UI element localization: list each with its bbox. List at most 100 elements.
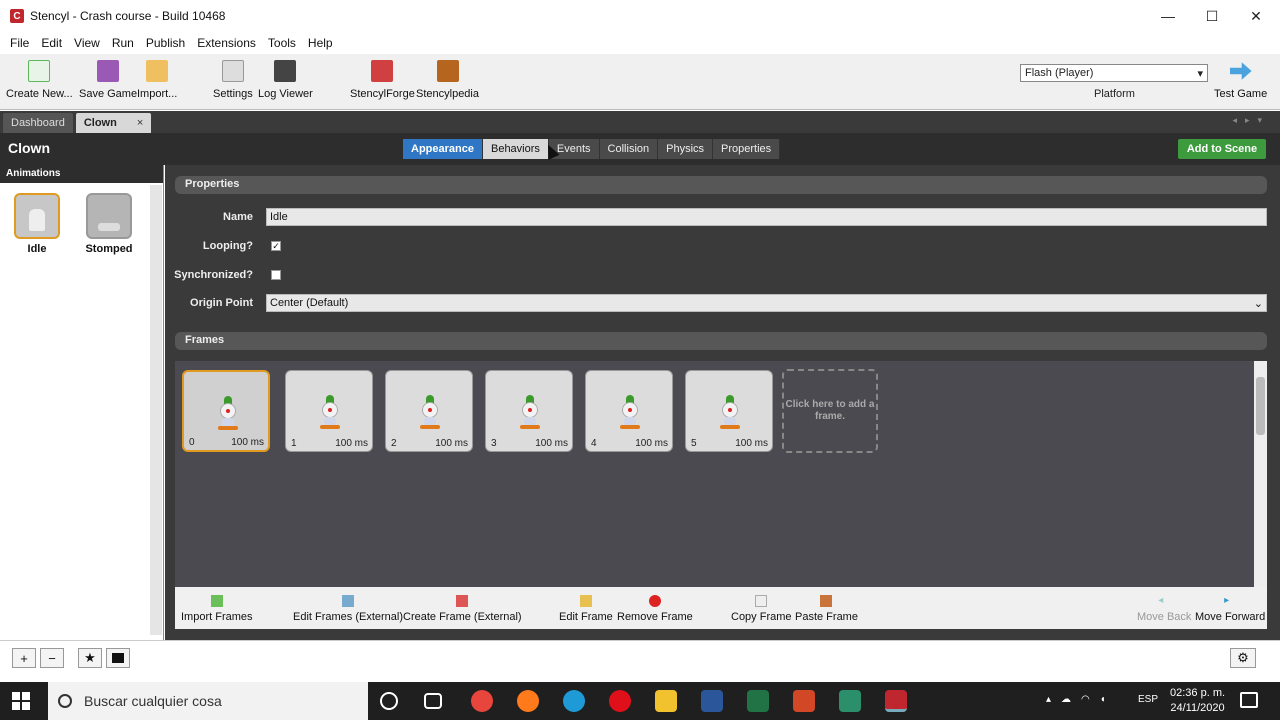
actor-name: Clown (8, 140, 50, 156)
brush-icon (342, 595, 355, 607)
gear-icon[interactable]: ⚙ (1230, 648, 1256, 668)
settings-button[interactable]: Settings (213, 60, 253, 100)
tab-dashboard[interactable]: Dashboard (3, 113, 73, 133)
frame-tile[interactable]: 0 100 ms (182, 370, 270, 452)
menu-run[interactable]: Run (106, 36, 140, 50)
firefox-icon[interactable] (517, 690, 539, 712)
test-game-button[interactable]: Test Game (1214, 60, 1267, 100)
synchronized-checkbox[interactable] (271, 270, 281, 280)
stencylpedia-button[interactable]: Stencylpedia (416, 60, 479, 100)
edge-icon[interactable] (563, 690, 585, 712)
tab-physics[interactable]: Physics (658, 139, 714, 159)
origin-point-select[interactable]: Center (Default) ⌄ (266, 294, 1267, 312)
menu-publish[interactable]: Publish (140, 36, 191, 50)
menu-view[interactable]: View (68, 36, 106, 50)
task-view-icon[interactable] (424, 693, 442, 709)
copy-frame-button[interactable]: Copy Frame (731, 595, 792, 623)
add-frame-placeholder[interactable]: Click here to add a frame. (782, 369, 878, 453)
menu-help[interactable]: Help (302, 36, 339, 50)
looping-label: Looping? (202, 240, 253, 252)
menu-tools[interactable]: Tools (262, 36, 302, 50)
create-new-button[interactable]: Create New... (6, 60, 73, 100)
tab-appearance[interactable]: Appearance (403, 139, 483, 159)
arrow-right-icon: ▸ (1224, 595, 1230, 606)
close-icon[interactable]: ✕ (1234, 0, 1278, 32)
tab-behaviors[interactable]: Behaviors (482, 139, 549, 159)
menu-edit[interactable]: Edit (35, 36, 68, 50)
remove-button[interactable]: − (40, 648, 64, 668)
animations-sidebar: Animations Idle Stomped (0, 165, 164, 640)
frames-heading: Frames (175, 332, 1267, 350)
window-title: Stencyl - Crash course - Build 10468 (30, 9, 226, 23)
sidebar-scrollbar[interactable] (150, 185, 162, 635)
import-frames-button[interactable]: Import Frames (181, 595, 253, 623)
powerpoint-icon[interactable] (793, 690, 815, 712)
frame-tile[interactable]: 4 100 ms (585, 370, 673, 452)
word-icon[interactable] (701, 690, 723, 712)
move-forward-button[interactable]: ▸ Move Forward (1195, 595, 1265, 623)
frame-tile[interactable]: 3 100 ms (485, 370, 573, 452)
scrollbar-thumb[interactable] (1256, 377, 1265, 435)
file-explorer-icon[interactable] (655, 690, 677, 712)
minimize-icon[interactable]: — (1146, 0, 1190, 32)
frame-tile[interactable]: 2 100 ms (385, 370, 473, 452)
book-icon (436, 60, 459, 82)
edit-frames-external-button[interactable]: Edit Frames (External) (293, 595, 403, 623)
tab-clown[interactable]: Clown × (75, 113, 152, 133)
properties-heading: Properties (175, 176, 1267, 194)
menu-extensions[interactable]: Extensions (191, 36, 262, 50)
close-tab-icon[interactable]: × (137, 117, 143, 129)
stencyl-logo-icon: C (10, 9, 24, 23)
animation-item-idle[interactable]: Idle (12, 193, 62, 255)
stencylforge-button[interactable]: StencylForge (350, 60, 415, 100)
maximize-icon[interactable]: ☐ (1190, 0, 1234, 32)
taskbar-search-input[interactable]: Buscar cualquier cosa (48, 682, 368, 720)
windows-start-icon[interactable] (12, 692, 30, 710)
menu-file[interactable]: File (4, 36, 35, 50)
language-indicator[interactable]: ESP (1138, 694, 1158, 705)
save-game-button[interactable]: Save Game (79, 60, 137, 100)
chrome-icon[interactable] (471, 690, 493, 712)
appearance-panel: Properties Name Idle Looping? ✓ Synchron… (165, 165, 1280, 640)
frame-tile[interactable]: 1 100 ms (285, 370, 373, 452)
stencyl-taskbar-icon[interactable] (885, 690, 907, 712)
tab-collision[interactable]: Collision (599, 139, 659, 159)
system-tray-icons[interactable]: ▴☁◠◖ (1046, 694, 1116, 705)
chevron-down-icon: ⌄ (1253, 298, 1263, 310)
name-label: Name (223, 211, 253, 223)
section-tabs: Appearance Behaviors Events Collision Ph… (403, 139, 781, 159)
create-frame-external-button[interactable]: Create Frame (External) (403, 595, 522, 623)
animation-item-stomped[interactable]: Stomped (84, 193, 134, 255)
opera-icon[interactable] (609, 690, 631, 712)
clock[interactable]: 02:36 p. m. 24/11/2020 (1170, 686, 1225, 716)
settings-icon (221, 60, 244, 82)
edit-frame-button[interactable]: Edit Frame (559, 595, 613, 623)
create-new-icon (28, 60, 51, 82)
notifications-icon[interactable] (1240, 692, 1258, 708)
excel-icon[interactable] (747, 690, 769, 712)
add-to-scene-button[interactable]: Add to Scene (1178, 139, 1266, 159)
add-button[interactable]: + (12, 648, 36, 668)
cortana-icon[interactable] (380, 692, 398, 710)
remove-frame-button[interactable]: Remove Frame (617, 595, 693, 623)
app-icon[interactable] (839, 690, 861, 712)
image-icon (210, 595, 223, 607)
log-viewer-button[interactable]: Log Viewer (258, 60, 313, 100)
arrow-right-icon (1229, 62, 1252, 80)
import-button[interactable]: Import... (137, 60, 177, 100)
tab-properties[interactable]: Properties (713, 139, 781, 159)
name-field[interactable]: Idle (266, 208, 1267, 226)
animation-thumbnail (86, 193, 132, 239)
tab-scroll-arrows[interactable]: ◂▸▾ (1232, 115, 1270, 126)
star-icon[interactable]: ★ (78, 648, 102, 668)
move-back-button[interactable]: ◂ Move Back (1137, 595, 1191, 623)
arrow-left-icon: ◂ (1158, 595, 1164, 606)
frames-panel: 0 100 ms 1 100 ms 2 100 ms 3 100 ms 4 10… (175, 361, 1267, 587)
frame-tile[interactable]: 5 100 ms (685, 370, 773, 452)
frames-scrollbar[interactable] (1254, 361, 1267, 587)
window-icon[interactable] (106, 648, 130, 668)
looping-checkbox[interactable]: ✓ (271, 241, 281, 251)
paste-frame-button[interactable]: Paste Frame (795, 595, 858, 623)
platform-select[interactable]: Flash (Player) ▾ (1020, 64, 1208, 82)
pencil-icon (456, 595, 469, 607)
